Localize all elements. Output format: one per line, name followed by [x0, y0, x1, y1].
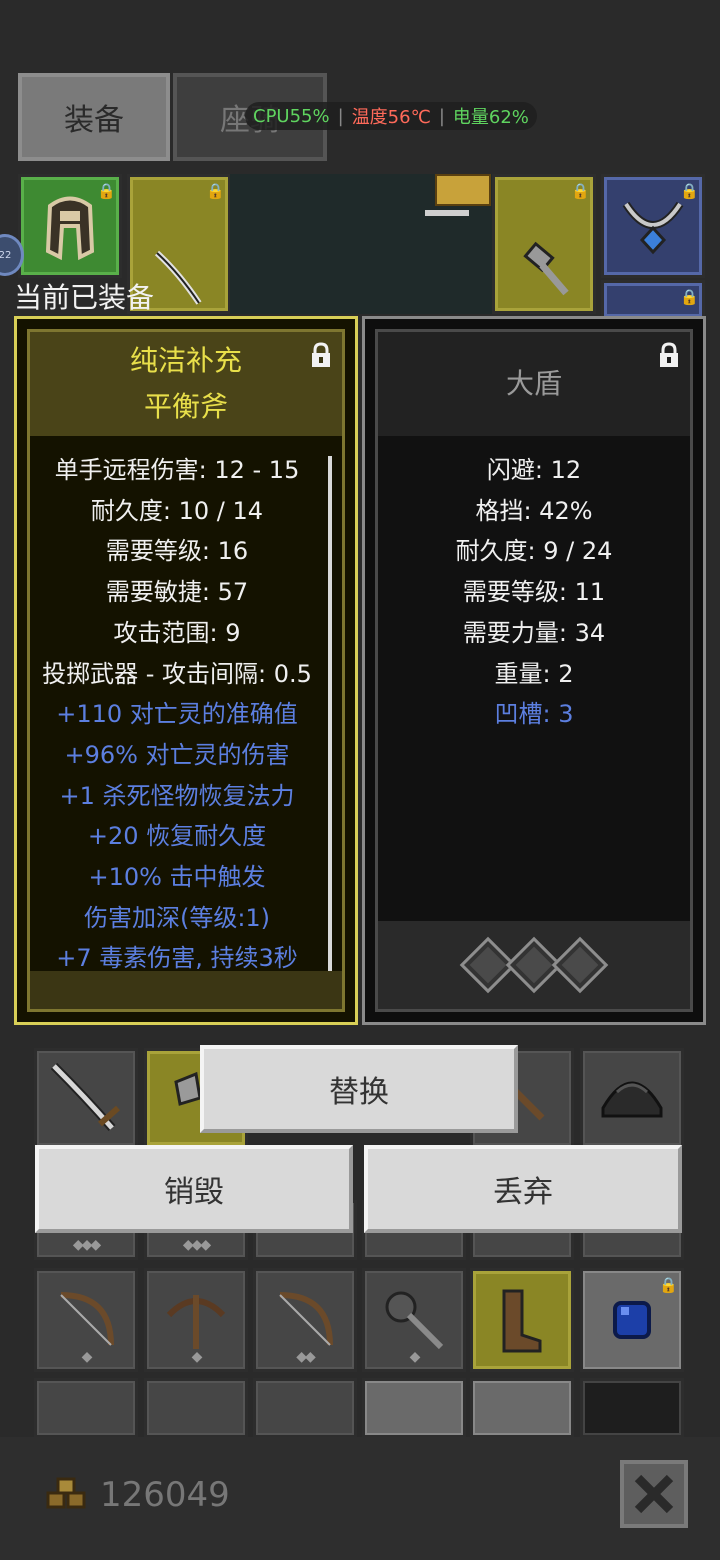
magic-stat-line: 凹槽: 3 [494, 700, 574, 729]
magic-stat-line: +1 杀死怪物恢复法力 [59, 781, 295, 810]
inventory-slot-hat[interactable] [34, 1378, 138, 1438]
stat-line: 耐久度: 10 / 14 [90, 496, 264, 525]
inventory-slot-sword[interactable] [144, 1378, 248, 1438]
tab-equipment[interactable]: 装备 [18, 73, 170, 161]
stat-line: 需要力量: 34 [462, 618, 606, 647]
destroy-button[interactable]: 销毁 [35, 1145, 353, 1233]
stat-line: 耐久度: 9 / 24 [455, 537, 613, 566]
equipped-item-card: 大盾 闪避: 12 格挡: 42% 耐久度: 9 / 24 需要等级: 11 需… [362, 316, 706, 1025]
inventory-slot-staff[interactable] [253, 1378, 357, 1438]
bow-icon [60, 1292, 114, 1346]
socket-row [378, 921, 690, 1009]
sapphire-icon [613, 1301, 651, 1339]
new-item-title: 纯洁补充 平衡斧 [30, 332, 342, 436]
status-separator: | [337, 105, 344, 127]
tab-equipment-label: 装备 [64, 103, 124, 138]
gold-amount: 126049 [100, 1475, 230, 1515]
stat-line: 攻击范围: 9 [113, 618, 241, 647]
replace-button-label: 替换 [329, 1075, 389, 1110]
stat-line: 需要敏捷: 57 [105, 578, 249, 607]
equip-slot-amulet[interactable]: 🔒 [601, 174, 705, 278]
temperature: 温度56℃ [351, 107, 431, 128]
inventory-slot-gem[interactable]: 🔒 [580, 1268, 684, 1372]
lock-icon[interactable] [658, 342, 680, 368]
inventory-slot-mace[interactable]: ◆ [362, 1268, 466, 1372]
magic-stat-line: +10% 击中触发 [88, 863, 266, 892]
inventory-slot-empty[interactable] [580, 1378, 684, 1438]
magic-stat-line: 伤害加深(等级:1) [83, 903, 271, 932]
sword-icon [154, 250, 202, 305]
close-icon [634, 1474, 674, 1514]
stat-line: 单手远程伤害: 12 - 15 [54, 456, 300, 484]
equip-slot-ring[interactable]: 🔒 [601, 280, 705, 320]
inventory-slot-boots[interactable] [470, 1268, 574, 1372]
equip-slot-offhand[interactable]: 🔒 [492, 174, 596, 314]
inventory-slot-helmet[interactable] [580, 1048, 684, 1148]
inventory-slot-bow[interactable]: ◆◆ [253, 1268, 357, 1372]
lock-icon: 🔒 [680, 288, 699, 306]
equipped-item-title: 大盾 [378, 332, 690, 436]
stat-line: 投掷武器 - 攻击间隔: 0.5 [42, 659, 312, 688]
magic-stat-line: +20 恢复耐久度 [87, 822, 267, 851]
stat-line: 闪避: 12 [486, 456, 582, 484]
helmet-icon [45, 196, 95, 261]
cpu-usage: CPU55% [253, 105, 330, 127]
game-scene-preview [230, 174, 492, 314]
socket-icons: ◆ [81, 1349, 93, 1365]
new-item-card-footer [30, 971, 342, 1009]
empty-socket-icon [551, 936, 609, 994]
discard-button-label: 丢弃 [493, 1175, 553, 1210]
hammer-icon [523, 241, 569, 296]
character-sprite [435, 174, 491, 206]
gold-coins-icon [46, 1477, 86, 1509]
close-button[interactable] [620, 1460, 688, 1528]
health-bar [425, 210, 469, 216]
stat-line: 重量: 2 [494, 659, 574, 688]
equipped-item-stats: 闪避: 12 格挡: 42% 耐久度: 9 / 24 需要等级: 11 需要力量… [378, 436, 690, 921]
inventory-slot-crossbow[interactable]: ◆ [144, 1268, 248, 1372]
mace-icon [385, 1291, 444, 1350]
amulet-icon [622, 201, 684, 255]
lock-icon: 🔒 [206, 182, 225, 200]
stat-line: 需要等级: 11 [462, 578, 606, 607]
inventory-slot-potion[interactable] [362, 1378, 466, 1438]
lock-icon: 🔒 [571, 182, 590, 200]
currently-equipped-label: 当前已装备 [14, 281, 155, 314]
socket-icons: ◆◆ [296, 1349, 315, 1365]
new-item-prefix: 纯洁补充 [129, 344, 242, 377]
bow-icon [279, 1292, 333, 1346]
crossbow-icon [166, 1295, 226, 1349]
lock-icon[interactable] [310, 342, 332, 368]
magic-stat-line: +110 对亡灵的准确值 [56, 700, 298, 729]
equip-slot-helmet[interactable]: 🔒 [18, 174, 122, 278]
inventory-slot-sword[interactable] [34, 1048, 138, 1148]
socket-icons: ◆◆◆ [72, 1237, 101, 1253]
socket-icons: ◆◆◆ [182, 1237, 211, 1253]
stats-scrollbar[interactable] [328, 456, 332, 986]
system-status-overlay: CPU55% | 温度56℃ | 电量62% [245, 102, 537, 130]
magic-stat-line: +96% 对亡灵的伤害 [64, 740, 290, 769]
new-item-stats: 单手远程伤害: 12 - 15 耐久度: 10 / 14 需要等级: 16 需要… [30, 436, 342, 986]
equipped-item-name: 大盾 [505, 367, 562, 400]
destroy-button-label: 销毁 [164, 1175, 224, 1210]
new-item-card: 纯洁补充 平衡斧 单手远程伤害: 12 - 15 耐久度: 10 / 14 需要… [14, 316, 358, 1025]
sword-icon [50, 1062, 120, 1131]
discard-button[interactable]: 丢弃 [364, 1145, 682, 1233]
stat-line: 格挡: 42% [475, 496, 593, 525]
socket-icons: ◆ [409, 1349, 421, 1365]
boots-icon [502, 1289, 542, 1353]
new-item-card-inner: 纯洁补充 平衡斧 单手远程伤害: 12 - 15 耐久度: 10 / 14 需要… [27, 329, 345, 1012]
new-item-name: 平衡斧 [143, 390, 228, 423]
socket-icons: ◆ [191, 1349, 203, 1365]
lock-icon: 🔒 [659, 1276, 678, 1294]
helmet-icon [601, 1081, 663, 1118]
stat-line: 需要等级: 16 [105, 537, 249, 566]
floor-badge-value: 22 [0, 249, 12, 261]
battery-level: 电量62% [452, 107, 529, 128]
inventory-slot-book[interactable] [470, 1378, 574, 1438]
equipped-item-card-inner: 大盾 闪避: 12 格挡: 42% 耐久度: 9 / 24 需要等级: 11 需… [375, 329, 693, 1012]
inventory-slot-bow[interactable]: ◆ [34, 1268, 138, 1372]
status-separator: | [438, 105, 445, 127]
replace-button[interactable]: 替换 [200, 1045, 518, 1133]
